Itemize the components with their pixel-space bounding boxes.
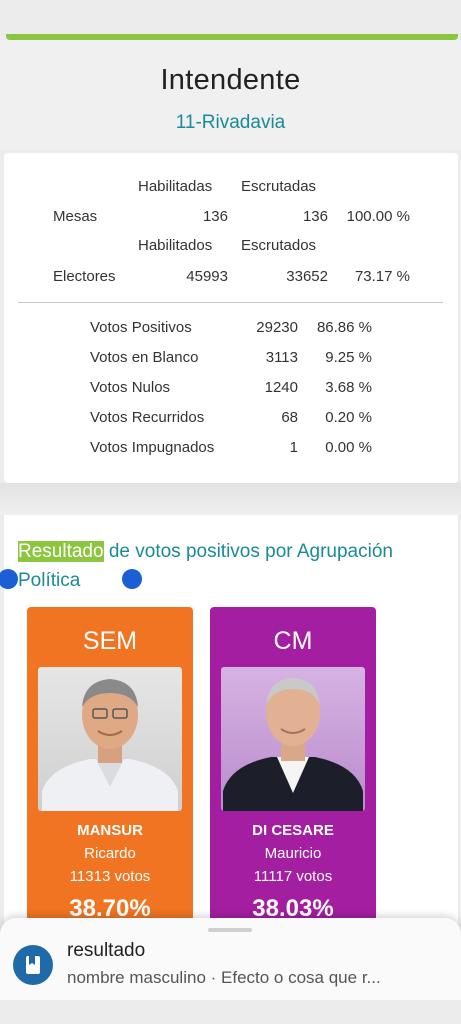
candidate-last-name: DI CESARE	[252, 822, 334, 839]
bottom-strip	[0, 1000, 461, 1024]
votos-count: 1	[289, 439, 298, 456]
selected-word[interactable]: Resultado	[18, 541, 104, 562]
stats-card	[4, 153, 458, 483]
mesas-pct: 100.00 %	[346, 208, 410, 225]
candidate-votes: 11313 votos	[69, 868, 151, 885]
word-lookup-sheet[interactable]: resultado nombre masculino · Efecto o co…	[0, 918, 461, 1000]
candidate-card-sem[interactable]: SEM MANSUR Ricardo 11313 votos 38.70%	[27, 607, 193, 937]
electores-label: Electores	[53, 268, 116, 285]
candidate-first-name: Ricardo	[84, 845, 136, 862]
votos-pct: 0.20 %	[325, 409, 372, 426]
candidate-votes: 11117 votos	[253, 868, 333, 885]
candidate-card-cm[interactable]: CM DI CESARE Mauricio 11117 votos 38.03%	[210, 607, 376, 937]
electores-escrutados: 33652	[286, 268, 328, 285]
votos-label: Votos Recurridos	[90, 409, 205, 426]
lookup-definition: nombre masculino · Efecto o cosa que r..…	[67, 968, 381, 987]
candidate-photo	[38, 667, 182, 811]
mesas-header-habilitadas: Habilitadas	[138, 178, 213, 195]
page-title: Intendente	[160, 64, 301, 96]
electores-header-habilitados: Habilitados	[138, 237, 213, 254]
mesas-header-escrutadas: Escrutadas	[241, 178, 317, 195]
votos-count: 3113	[265, 349, 298, 366]
votos-count: 68	[281, 409, 298, 426]
votos-label: Votos en Blanco	[90, 349, 199, 366]
votos-count: 1240	[264, 379, 298, 396]
candidate-last-name: MANSUR	[77, 822, 143, 839]
stats-divider	[18, 302, 443, 303]
candidate-first-name: Mauricio	[264, 845, 322, 862]
mesas-habilitadas: 136	[202, 208, 228, 225]
electores-habilitados: 45993	[186, 268, 228, 285]
electores-pct: 73.17 %	[354, 268, 410, 285]
votos-pct: 9.25 %	[325, 349, 372, 366]
candidate-photo	[221, 667, 365, 811]
votos-count: 29230	[256, 319, 298, 336]
votos-label: Votos Impugnados	[90, 439, 215, 456]
electores-header-escrutados: Escrutados	[241, 237, 317, 254]
book-icon	[13, 945, 53, 985]
result-heading[interactable]: Resultado de votos positivos por Agrupac…	[18, 537, 438, 595]
votos-pct: 86.86 %	[316, 319, 372, 336]
mesas-escrutadas: 136	[302, 208, 328, 225]
votos-label: Votos Nulos	[90, 379, 171, 396]
party-name: SEM	[82, 627, 138, 655]
mesas-label: Mesas	[53, 208, 98, 225]
page-subtitle: 11-Rivadavia	[175, 112, 286, 133]
selection-handle-end[interactable]	[122, 569, 142, 589]
votos-pct: 3.68 %	[325, 379, 372, 396]
lookup-word: resultado	[67, 940, 146, 961]
votos-label: Votos Positivos	[90, 319, 192, 336]
votos-pct: 0.00 %	[325, 439, 372, 456]
sheet-drag-handle[interactable]	[208, 928, 252, 932]
section-gap	[0, 483, 461, 515]
party-name: CM	[273, 627, 313, 655]
